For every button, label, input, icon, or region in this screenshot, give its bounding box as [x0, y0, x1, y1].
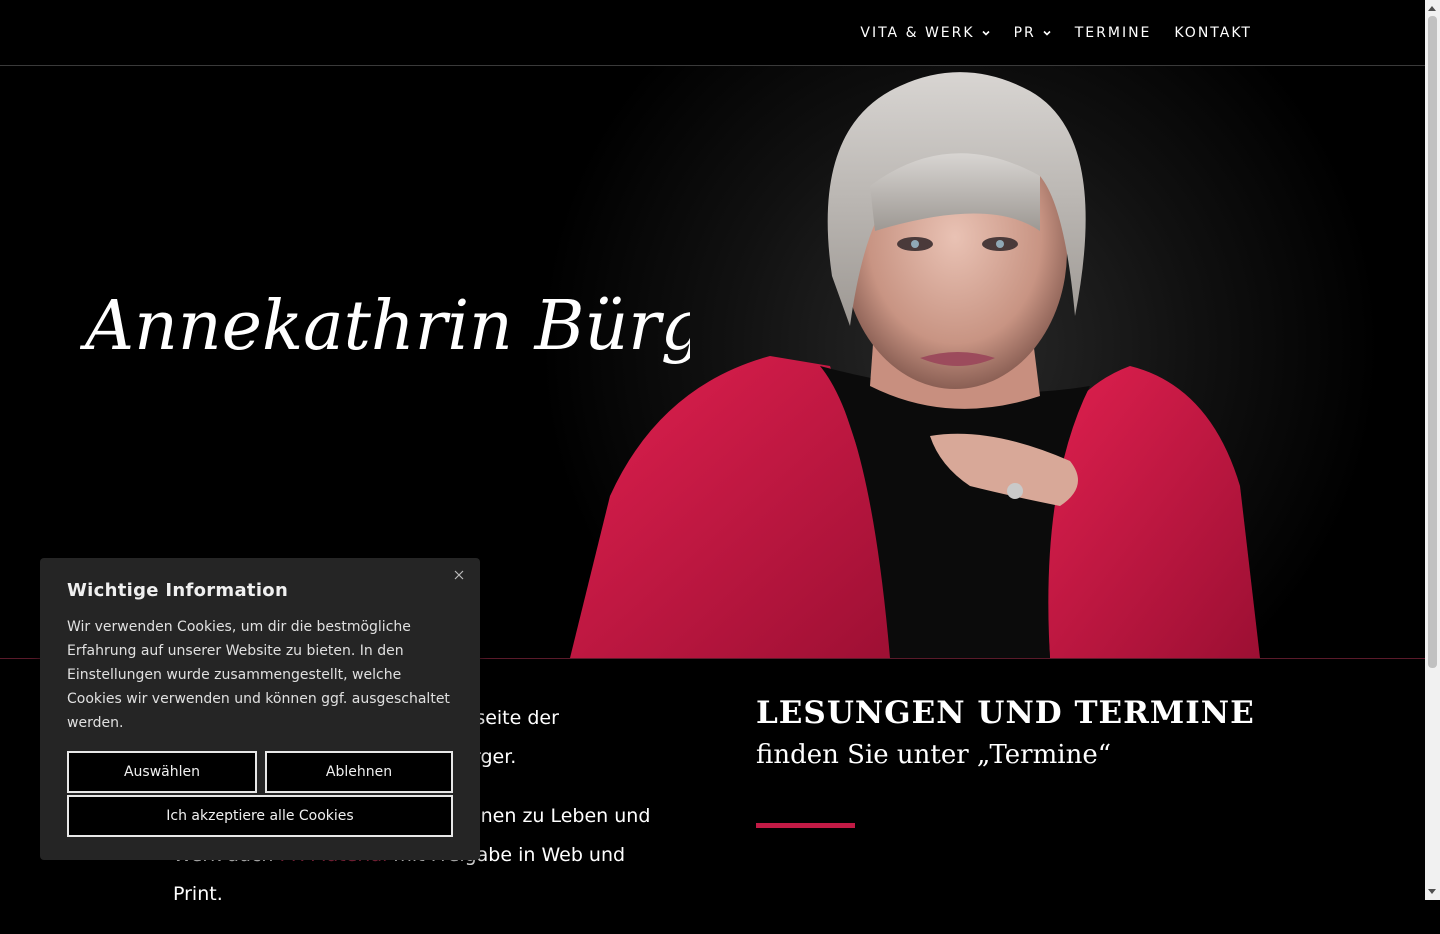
nav-item-kontakt[interactable]: KONTAKT — [1174, 25, 1252, 41]
chevron-down-icon — [981, 30, 990, 36]
scrollbar-thumb[interactable] — [1428, 16, 1437, 668]
events-subtitle: finden Sie unter „Termine“ — [756, 740, 1111, 770]
nav-item-label: VITA & WERK — [860, 24, 975, 41]
nav-item-vita-werk[interactable]: VITA & WERK — [860, 25, 990, 41]
nav-item-label: PR — [1013, 24, 1036, 41]
nav-item-pr[interactable]: PR — [1014, 25, 1052, 41]
cookie-select-button[interactable]: Auswählen — [67, 751, 257, 793]
intro-p2-line3: Print. — [173, 883, 223, 905]
signature-logo: Annekathrin Bürger — [80, 287, 690, 366]
cookie-title: Wichtige Information — [67, 580, 289, 601]
cookie-accept-all-button[interactable]: Ich akzeptiere alle Cookies — [67, 795, 453, 837]
page-scrollbar[interactable] — [1425, 0, 1440, 900]
cookie-reject-button[interactable]: Ablehnen — [265, 751, 453, 793]
cookie-text: Wir verwenden Cookies, um dir die bestmö… — [67, 619, 450, 731]
nav-item-label: TERMINE — [1074, 24, 1152, 41]
close-icon[interactable] — [452, 568, 466, 582]
accent-divider — [756, 823, 855, 828]
cookie-consent-dialog: Wichtige Information Wir verwenden Cooki… — [40, 558, 480, 860]
scroll-down-arrow-icon[interactable] — [1428, 889, 1436, 894]
chevron-down-icon — [1043, 30, 1051, 36]
events-title: LESUNGEN UND TERMINE — [756, 695, 1255, 731]
signature-text: Annekathrin Bürger — [80, 287, 690, 366]
main-nav: VITA & WERK PR TERMINE KONTAKT — [860, 0, 1252, 65]
nav-item-termine[interactable]: TERMINE — [1075, 25, 1152, 41]
nav-item-label: KONTAKT — [1174, 24, 1252, 41]
scroll-up-arrow-icon[interactable] — [1428, 6, 1436, 11]
events-teaser: LESUNGEN UND TERMINE finden Sie unter „T… — [756, 693, 1316, 828]
site-header: VITA & WERK PR TERMINE KONTAKT — [0, 0, 1425, 66]
